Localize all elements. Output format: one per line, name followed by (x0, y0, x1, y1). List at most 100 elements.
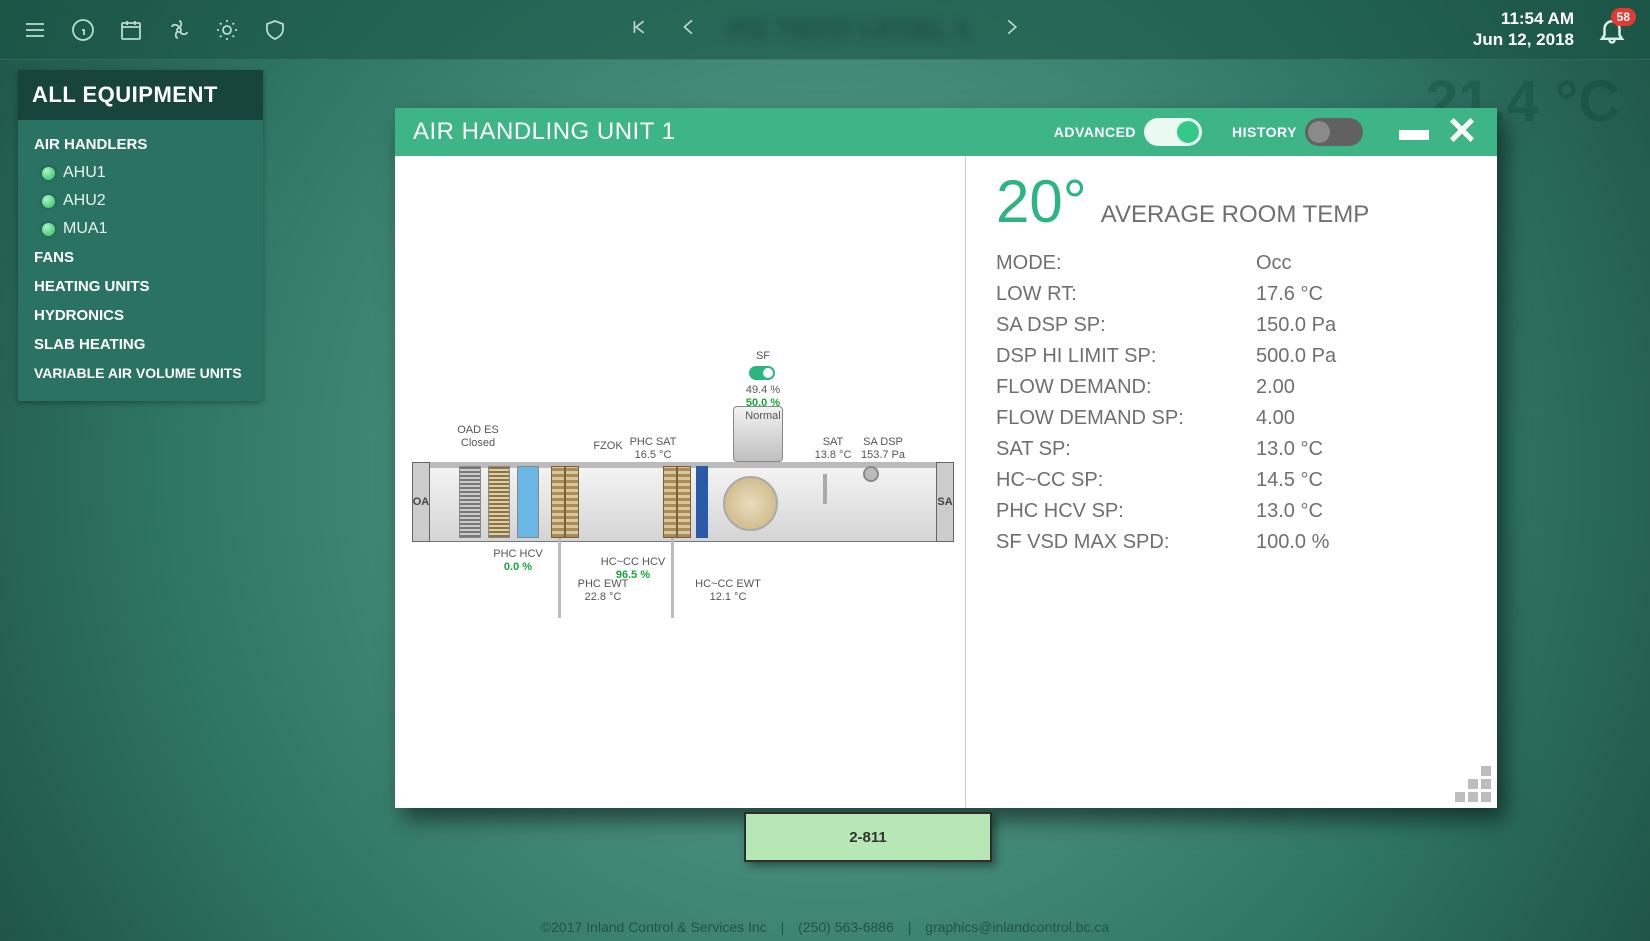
footer: ©2017 Inland Control & Services Inc | (2… (0, 919, 1650, 935)
sf-val2: 50.0 % (746, 397, 780, 409)
status-dot-icon (42, 195, 55, 208)
minimize-button[interactable] (1399, 130, 1429, 140)
sidebar-item-mua1[interactable]: MUA1 (18, 215, 263, 243)
diagram-pane: OA SA OAD ESClosed FZOK PHC SAT16.5 °C S… (395, 156, 965, 808)
phc-ewt-label: PHC EWT (578, 578, 629, 590)
sat-value: 13.8 °C (815, 449, 852, 461)
close-button[interactable] (1445, 113, 1479, 152)
hccc-hcv-label: HC~CC HCV (601, 556, 665, 568)
ahu-modal: AIR HANDLING UNIT 1 ADVANCED HISTORY OA … (395, 108, 1497, 808)
modal-header: AIR HANDLING UNIT 1 ADVANCED HISTORY (395, 108, 1497, 156)
sadsp-value: 153.7 Pa (861, 449, 905, 461)
data-row-key: SAT SP: (996, 438, 1256, 461)
sa-label: SA (936, 462, 954, 542)
info-icon[interactable] (68, 15, 98, 45)
data-row: HC~CC SP:14.5 °C (996, 465, 1467, 496)
nav-first-icon[interactable] (629, 17, 649, 42)
footer-copyright: ©2017 Inland Control & Services Inc (541, 919, 767, 935)
data-row-key: LOW RT: (996, 283, 1256, 306)
clock-date: Jun 12, 2018 (1473, 30, 1574, 50)
status-dot-icon (42, 223, 55, 236)
sun-icon[interactable] (212, 15, 242, 45)
status-dot-icon (42, 167, 55, 180)
shield-icon[interactable] (260, 15, 290, 45)
sidebar-item-ahu2[interactable]: AHU2 (18, 187, 263, 215)
data-row-value: Occ (1256, 252, 1292, 275)
sidebar-cat-heating[interactable]: HEATING UNITS (18, 272, 263, 301)
data-row: FLOW DEMAND SP:4.00 (996, 403, 1467, 434)
phc-hcv-value: 0.0 % (504, 561, 532, 573)
data-row: LOW RT:17.6 °C (996, 279, 1467, 310)
avg-room-temp-label: AVERAGE ROOM TEMP (1101, 201, 1370, 229)
nav-next-icon[interactable] (1001, 17, 1021, 42)
topbar: PG TECH LEVEL 1 11:54 AM Jun 12, 2018 58 (0, 0, 1650, 60)
resize-grip-icon[interactable] (1455, 766, 1491, 802)
data-row-key: FLOW DEMAND SP: (996, 407, 1256, 430)
sidebar-cat-slab[interactable]: SLAB HEATING (18, 330, 263, 359)
data-row-value: 500.0 Pa (1256, 345, 1336, 368)
data-row-value: 100.0 % (1256, 531, 1329, 554)
footer-email[interactable]: graphics@inlandcontrol.bc.ca (925, 919, 1109, 935)
hccc-ewt-value: 12.1 °C (710, 591, 747, 603)
hccc-ewt-label: HC~CC EWT (695, 578, 761, 590)
data-row-key: FLOW DEMAND: (996, 376, 1256, 399)
sidebar-item-label: MUA1 (63, 220, 107, 238)
nav-prev-icon[interactable] (679, 17, 699, 42)
data-row-value: 14.5 °C (1256, 469, 1323, 492)
history-label: HISTORY (1232, 124, 1297, 140)
advanced-toggle[interactable] (1144, 118, 1202, 146)
sidebar-item-label: AHU1 (63, 164, 106, 182)
data-row-key: SA DSP SP: (996, 314, 1256, 337)
alerts-badge: 58 (1611, 8, 1636, 26)
avg-room-temp-value: 20° (996, 172, 1087, 232)
phc-hcv-label: PHC HCV (493, 548, 543, 560)
sidebar: ALL EQUIPMENT AIR HANDLERS AHU1 AHU2 MUA… (18, 70, 263, 401)
data-row: MODE:Occ (996, 248, 1467, 279)
floor-tag[interactable]: 2-811 (744, 812, 992, 862)
clock: 11:54 AM Jun 12, 2018 (1473, 9, 1574, 50)
menu-icon[interactable] (20, 15, 50, 45)
phc-ewt-value: 22.8 °C (585, 591, 622, 603)
data-row-key: MODE: (996, 252, 1256, 275)
sat-label: SAT (823, 436, 844, 448)
modal-title: AIR HANDLING UNIT 1 (413, 118, 675, 146)
sidebar-cat-fans[interactable]: FANS (18, 243, 263, 272)
calendar-icon[interactable] (116, 15, 146, 45)
alerts-bell-icon[interactable]: 58 (1594, 12, 1630, 48)
data-row-key: HC~CC SP: (996, 469, 1256, 492)
advanced-label: ADVANCED (1054, 124, 1136, 140)
ahu-diagram: OA SA OAD ESClosed FZOK PHC SAT16.5 °C S… (413, 396, 953, 716)
footer-phone: (250) 563-6886 (798, 919, 894, 935)
data-row: PHC HCV SP:13.0 °C (996, 496, 1467, 527)
history-toggle[interactable] (1305, 118, 1363, 146)
data-row-key: SF VSD MAX SPD: (996, 531, 1256, 554)
clock-time: 11:54 AM (1473, 9, 1574, 29)
sidebar-cat-hydronics[interactable]: HYDRONICS (18, 301, 263, 330)
sidebar-item-label: AHU2 (63, 192, 106, 210)
data-row: SA DSP SP:150.0 Pa (996, 310, 1467, 341)
data-row-value: 4.00 (1256, 407, 1295, 430)
sidebar-item-ahu1[interactable]: AHU1 (18, 159, 263, 187)
sidebar-cat-vav[interactable]: VARIABLE AIR VOLUME UNITS (18, 359, 263, 387)
phc-sat-value: 16.5 °C (635, 449, 672, 461)
sf-toggle[interactable] (749, 366, 775, 380)
page-title-blurred: PG TECH LEVEL 1 (729, 14, 972, 45)
data-row: DSP HI LIMIT SP:500.0 Pa (996, 341, 1467, 372)
sadsp-label: SA DSP (863, 436, 903, 448)
data-row-value: 13.0 °C (1256, 500, 1323, 523)
oa-label: OA (412, 462, 430, 542)
data-row-value: 17.6 °C (1256, 283, 1323, 306)
supply-fan-icon (723, 476, 778, 531)
data-row: FLOW DEMAND:2.00 (996, 372, 1467, 403)
data-row-value: 2.00 (1256, 376, 1295, 399)
oad-es-label: OAD ES (457, 424, 499, 436)
data-row-key: DSP HI LIMIT SP: (996, 345, 1256, 368)
sf-label: SF (756, 350, 770, 362)
phc-sat-label: PHC SAT (630, 436, 677, 448)
data-row-value: 13.0 °C (1256, 438, 1323, 461)
data-row: SAT SP:13.0 °C (996, 434, 1467, 465)
sidebar-cat-air-handlers[interactable]: AIR HANDLERS (18, 130, 263, 159)
data-row-value: 150.0 Pa (1256, 314, 1336, 337)
oad-es-value: Closed (461, 437, 495, 449)
fan-icon[interactable] (164, 15, 194, 45)
